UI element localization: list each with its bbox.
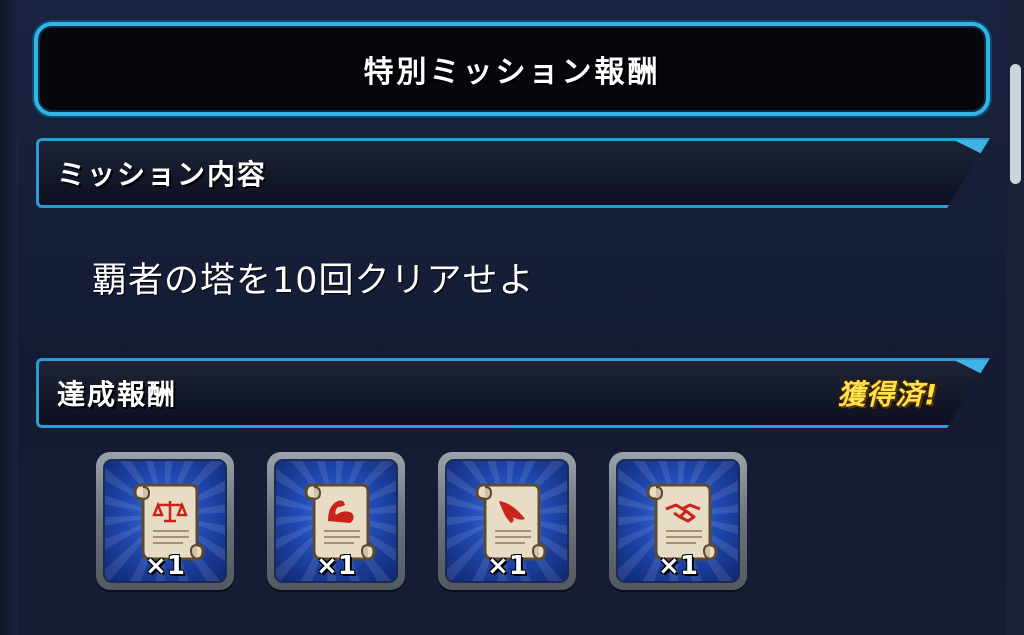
reward-section-label: 達成報酬	[57, 378, 178, 411]
mission-reward-screen: 特別ミッション報酬 ミッション内容 覇者の塔を10回クリアせよ 達成報酬 獲得済…	[0, 0, 1024, 635]
reward-item[interactable]: ×1	[438, 452, 576, 590]
title-bar: 特別ミッション報酬	[34, 22, 990, 116]
reward-item[interactable]: ×1	[267, 452, 405, 590]
reward-item[interactable]: ×1	[96, 452, 234, 590]
reward-item[interactable]: ×1	[609, 452, 747, 590]
reward-quantity: ×1	[487, 551, 527, 581]
status-badge: 獲得済!	[837, 378, 938, 411]
scroll-thumb[interactable]	[1010, 64, 1021, 184]
scrollbar[interactable]	[1006, 0, 1024, 635]
mission-description: 覇者の塔を10回クリアせよ	[92, 261, 535, 301]
page-title: 特別ミッション報酬	[363, 55, 661, 90]
mission-section-header: ミッション内容	[36, 138, 990, 208]
reward-quantity: ×1	[658, 551, 698, 581]
mission-section-label: ミッション内容	[57, 158, 268, 191]
reward-list: ×1 ×1 ×1 ×1	[96, 452, 747, 592]
left-edge	[0, 0, 18, 635]
reward-quantity: ×1	[145, 551, 185, 581]
reward-section-header: 達成報酬 獲得済!	[36, 358, 990, 428]
reward-quantity: ×1	[316, 551, 356, 581]
